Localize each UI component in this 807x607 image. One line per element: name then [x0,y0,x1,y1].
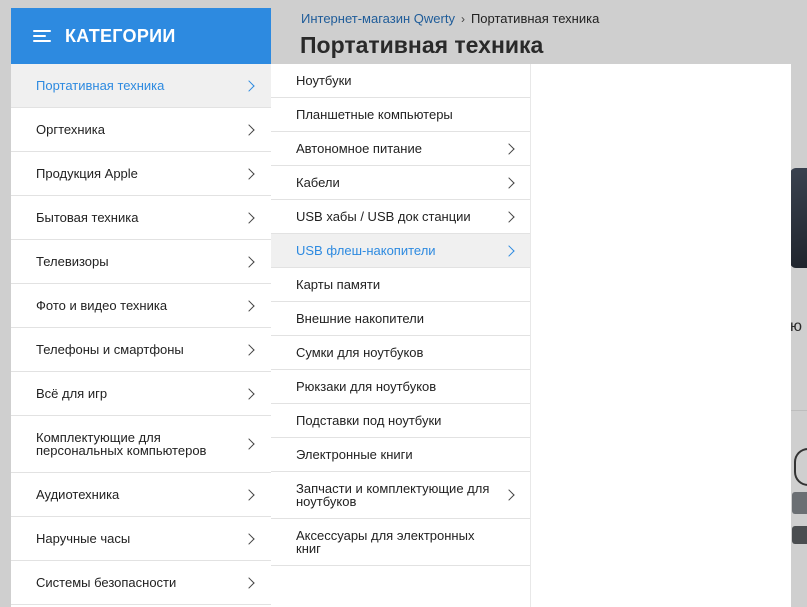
breadcrumb-home-link[interactable]: Интернет-магазин Qwerty [301,11,455,26]
category-item-pc-components[interactable]: Комплектующие для персональных компьютер… [11,416,271,473]
subcategory-item-laptop-parts[interactable]: Запчасти и комплектующие для ноутбуков [271,472,531,519]
subcategory-item-label: Электронные книги [296,447,413,462]
subcategory-item-external-drives[interactable]: Внешние накопители [271,302,531,336]
background-text-fragment: ю [790,318,802,335]
chevron-right-icon [243,343,255,356]
subcategory-item-label: Ноутбуки [296,73,352,88]
category-item-label: Оргтехника [36,122,105,137]
chevron-right-icon [243,123,255,136]
categories-title: КАТЕГОРИИ [65,25,176,46]
subcategory-item-memory-cards[interactable]: Карты памяти [271,268,531,302]
chevron-right-icon [503,210,515,223]
chevron-right-icon [503,176,515,189]
chevron-right-icon [503,489,515,501]
subcategory-item-label: Подставки под ноутбуки [296,413,442,428]
category-list: Портативная техника Оргтехника Продукция… [11,64,271,607]
product-image [790,168,807,268]
category-item-security[interactable]: Системы безопасности [11,561,271,605]
category-item-portable[interactable]: Портативная техника [11,64,271,108]
category-item-office-equipment[interactable]: Оргтехника [11,108,271,152]
subcategory-item-label: Рюкзаки для ноутбуков [296,379,437,394]
subcategory-item-label: Запчасти и комплектующие для ноутбуков [296,481,490,509]
subcategory-item-label: USB хабы / USB док станции [296,209,471,224]
category-item-home-appliances[interactable]: Бытовая техника [11,196,271,240]
chevron-right-icon [243,211,255,224]
chevron-right-icon [243,255,255,268]
subcategory-item-cables[interactable]: Кабели [271,166,531,200]
submenu-panel: Ноутбуки Планшетные компьютеры Автономно… [271,64,791,607]
subcategory-item-label: Карты памяти [296,277,381,292]
breadcrumb-current: Портативная техника [470,11,600,26]
divider [530,64,531,607]
chevron-right-icon [243,576,255,589]
subcategory-item-tablets[interactable]: Планшетные компьютеры [271,98,531,132]
category-item-apple[interactable]: Продукция Apple [11,152,271,196]
chevron-right-icon [503,142,515,155]
category-item-label: Телефоны и смартфоны [36,342,184,357]
category-item-label: Бытовая техника [36,210,139,225]
subcategory-item-label: Внешние накопители [296,311,425,326]
subcategory-item-label: Автономное питание [296,141,422,156]
subcategory-item-laptop-backpacks[interactable]: Рюкзаки для ноутбуков [271,370,531,404]
category-item-label: Продукция Apple [36,166,138,181]
category-item-tv[interactable]: Телевизоры [11,240,271,284]
subcategory-item-laptop-stands[interactable]: Подставки под ноутбуки [271,404,531,438]
subcategory-item-label: Планшетные компьютеры [296,107,453,122]
chevron-right-icon [243,79,255,92]
page-title: Портативная техника [300,32,544,58]
product-image [792,448,807,568]
category-item-label: Системы безопасности [36,575,177,590]
subcategory-item-label: Кабели [296,175,340,190]
category-item-watches[interactable]: Наручные часы [11,517,271,561]
category-item-label: Аудиотехника [36,487,120,502]
chevron-right-icon [243,387,255,400]
chevron-right-icon [243,438,255,450]
category-item-photo-video[interactable]: Фото и видео техника [11,284,271,328]
chevron-right-icon [243,167,255,180]
category-item-label: Всё для игр [36,386,108,401]
category-item-label: Телевизоры [36,254,109,269]
subcategory-item-power-banks[interactable]: Автономное питание [271,132,531,166]
chevron-right-icon [243,299,255,312]
category-item-label: Наручные часы [36,531,131,546]
chevron-right-icon [243,532,255,545]
subcategory-item-laptops[interactable]: Ноутбуки [271,64,531,98]
category-item-audio[interactable]: Аудиотехника [11,473,271,517]
subcategory-item-usb-hubs[interactable]: USB хабы / USB док станции [271,200,531,234]
chevron-right-icon [503,244,515,257]
category-item-label: Комплектующие для персональных компьютер… [36,430,207,458]
category-item-label: Фото и видео техника [36,298,168,313]
subcategory-list: Ноутбуки Планшетные компьютеры Автономно… [271,64,531,566]
breadcrumb: Интернет-магазин Qwerty › Портативная те… [301,11,599,26]
category-item-gaming[interactable]: Всё для игр [11,372,271,416]
category-item-phones[interactable]: Телефоны и смартфоны [11,328,271,372]
subcategory-item-ebooks[interactable]: Электронные книги [271,438,531,472]
subcategory-item-label: Аксессуары для электронных книг [296,528,475,556]
subcategory-item-usb-flash[interactable]: USB флеш-накопители [271,234,531,268]
hamburger-menu-icon [33,30,51,42]
subcategory-item-label: USB флеш-накопители [296,243,436,258]
chevron-right-icon: › [460,11,465,26]
category-item-label: Портативная техника [36,78,165,93]
subcategory-item-label: Сумки для ноутбуков [296,345,424,360]
subcategory-item-laptop-bags[interactable]: Сумки для ноутбуков [271,336,531,370]
subcategory-item-ebook-accessories[interactable]: Аксессуары для электронных книг [271,519,531,566]
chevron-right-icon [243,488,255,501]
categories-header[interactable]: КАТЕГОРИИ [11,8,271,64]
divider [791,410,807,411]
